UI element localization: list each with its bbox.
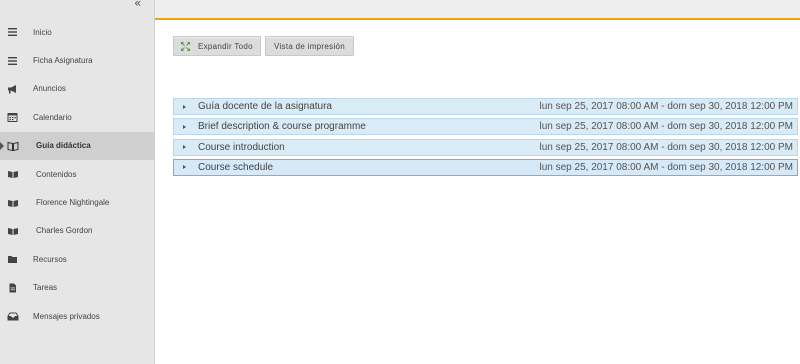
item-dates: lun sep 25, 2017 08:00 AM - dom sep 30, … [539,161,793,173]
sidebar-item-label: Calendario [33,112,72,122]
sidebar-item-label: Tareas [33,283,58,293]
sidebar-item-label: Recursos [33,254,67,264]
sidebar-item-recursos[interactable]: Recursos [0,245,155,273]
book-icon [8,227,18,235]
expand-all-button[interactable]: Expandir Todo [173,36,261,56]
item-dates: lun sep 25, 2017 08:00 AM - dom sep 30, … [539,101,793,112]
sidebar-item-florence-nightingale[interactable]: Florence Nightingale [0,188,155,216]
item-title[interactable]: Brief description & course programme [198,121,366,132]
sidebar-item-label: Anuncios [33,84,66,94]
print-view-label: Vista de impresión [273,41,346,51]
lesson-items-list: Guía docente de la asignatura lun sep 25… [173,98,798,179]
sidebar-item-label: Mensajes privados [33,311,100,321]
sidebar-item-label: Inicio [33,27,52,37]
megaphone-icon [8,84,16,94]
item-dates: lun sep 25, 2017 08:00 AM - dom sep 30, … [539,121,793,133]
list-item[interactable]: Course schedule lun sep 25, 2017 08:00 A… [173,158,798,176]
sidebar-item-label: Contenidos [36,169,77,179]
expand-arrows-icon [181,42,190,51]
caret-right-icon[interactable] [183,104,186,109]
sidebar: « Inicio Ficha Asignatura Anuncios Calen… [0,0,155,364]
sidebar-item-label: Charles Gordon [36,226,93,236]
caret-right-icon[interactable] [183,124,186,129]
book-open-icon [7,141,19,151]
list-item[interactable]: Brief description & course programme lun… [173,118,798,136]
sidebar-item-tareas[interactable]: Tareas [0,274,155,302]
item-title[interactable]: Guía docente de la asignatura [198,101,332,112]
top-bar [155,0,800,20]
folder-icon [8,256,17,264]
print-view-button[interactable]: Vista de impresión [265,36,354,56]
sidebar-item-label: Ficha Asignatura [33,56,93,66]
active-indicator-icon [0,141,4,150]
list-item[interactable]: Course introduction lun sep 25, 2017 08:… [173,138,798,156]
sidebar-item-guia-didactica[interactable]: Guía didáctica [0,131,155,160]
item-dates: lun sep 25, 2017 08:00 AM - dom sep 30, … [539,141,793,153]
book-icon [8,199,18,207]
hamburger-icon [8,28,17,37]
sidebar-item-inicio[interactable]: Inicio [0,18,155,46]
expand-all-label: Expandir Todo [198,41,253,51]
sidebar-item-label: Guía didáctica [36,141,91,151]
sidebar-item-calendario[interactable]: Calendario [0,103,155,131]
book-icon [8,171,18,179]
collapse-sidebar-icon[interactable]: « [134,0,148,9]
hamburger-icon [8,56,17,65]
sidebar-nav: Inicio Ficha Asignatura Anuncios Calenda… [0,18,155,330]
sidebar-item-ficha-asignatura[interactable]: Ficha Asignatura [0,46,155,74]
caret-right-icon[interactable] [183,165,186,170]
sidebar-item-charles-gordon[interactable]: Charles Gordon [0,217,155,245]
sidebar-item-contenidos[interactable]: Contenidos [0,160,155,188]
sidebar-item-mensajes-privados[interactable]: Mensajes privados [0,302,155,330]
item-title[interactable]: Course schedule [198,162,273,173]
item-title[interactable]: Course introduction [198,142,285,153]
sidebar-item-label: Florence Nightingale [36,198,110,208]
calendar-icon [7,113,18,123]
list-item[interactable]: Guía docente de la asignatura lun sep 25… [173,98,798,115]
document-icon [9,283,16,293]
inbox-icon [7,312,19,321]
sidebar-item-anuncios[interactable]: Anuncios [0,75,155,103]
caret-right-icon[interactable] [183,145,186,150]
